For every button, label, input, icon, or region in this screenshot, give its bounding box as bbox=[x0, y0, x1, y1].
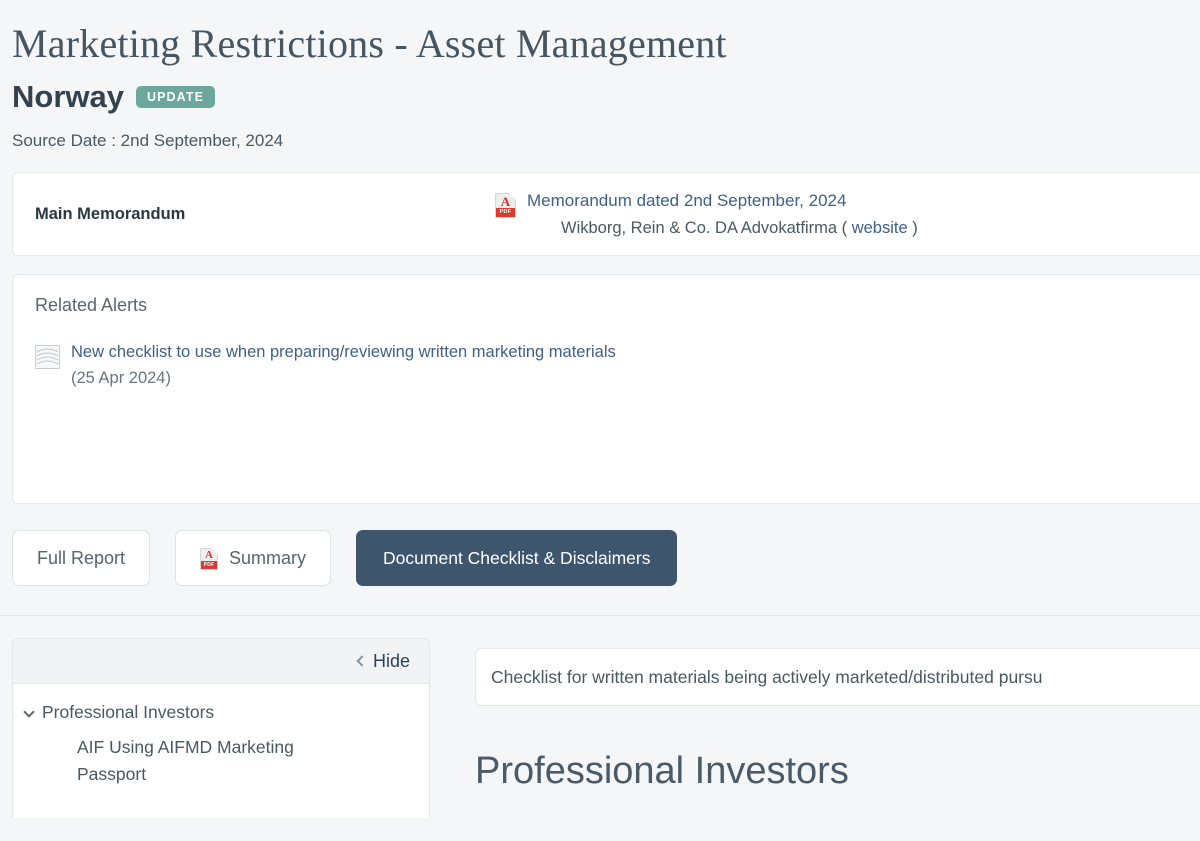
sidebar-item-professional-investors[interactable]: Professional Investors bbox=[25, 702, 429, 723]
summary-label: Summary bbox=[229, 548, 306, 569]
pdf-icon: A PDF bbox=[495, 193, 516, 218]
hide-sidebar-button[interactable]: Hide bbox=[358, 651, 410, 672]
pdf-icon: A PDF bbox=[200, 548, 218, 570]
sidebar-subitem-aif-passport[interactable]: AIF Using AIFMD Marketing Passport bbox=[77, 734, 347, 788]
firm-website-link[interactable]: website bbox=[852, 219, 908, 237]
alert-date: (25 Apr 2024) bbox=[71, 369, 616, 388]
full-report-label: Full Report bbox=[37, 548, 125, 569]
firm-name-suffix: ) bbox=[912, 219, 918, 237]
related-alerts-card: Related Alerts New checklist to use when… bbox=[12, 274, 1200, 504]
memorandum-link[interactable]: Memorandum dated 2nd September, 2024 bbox=[527, 191, 918, 211]
content-area: Hide Professional Investors AIF Using AI… bbox=[0, 616, 1200, 818]
checklist-banner: Checklist for written materials being ac… bbox=[475, 648, 1200, 706]
sidebar-header: Hide bbox=[13, 639, 429, 684]
country-row: Norway UPDATE bbox=[12, 80, 1200, 114]
document-checklist-button[interactable]: Document Checklist & Disclaimers bbox=[356, 530, 677, 586]
sidebar-item-label: Professional Investors bbox=[42, 702, 214, 723]
image-placeholder-icon bbox=[35, 345, 60, 369]
document-checklist-label: Document Checklist & Disclaimers bbox=[383, 548, 650, 569]
memorandum-label: Main Memorandum bbox=[35, 205, 495, 224]
section-heading: Professional Investors bbox=[475, 750, 1200, 793]
checklist-sidebar: Hide Professional Investors AIF Using AI… bbox=[12, 638, 430, 818]
hide-label: Hide bbox=[373, 651, 410, 672]
main-content: Checklist for written materials being ac… bbox=[475, 648, 1200, 818]
page-header: Marketing Restrictions - Asset Managemen… bbox=[0, 0, 1200, 151]
report-tabs: Full Report A PDF Summary Document Check… bbox=[12, 530, 1200, 586]
related-alerts-title: Related Alerts bbox=[35, 295, 1200, 316]
page-title: Marketing Restrictions - Asset Managemen… bbox=[12, 20, 1200, 68]
list-item[interactable]: New checklist to use when preparing/revi… bbox=[35, 343, 1200, 388]
country-name: Norway bbox=[12, 80, 124, 114]
page-root: Marketing Restrictions - Asset Managemen… bbox=[0, 0, 1200, 841]
firm-name-prefix: Wikborg, Rein & Co. DA Advokatfirma ( bbox=[561, 219, 847, 237]
sidebar-tree: Professional Investors AIF Using AIFMD M… bbox=[13, 684, 429, 788]
checklist-banner-text: Checklist for written materials being ac… bbox=[491, 667, 1042, 688]
memorandum-lines: Memorandum dated 2nd September, 2024 Wik… bbox=[527, 191, 918, 238]
memorandum-firm: Wikborg, Rein & Co. DA Advokatfirma ( we… bbox=[561, 219, 918, 238]
main-memorandum-card: Main Memorandum A PDF Memorandum dated 2… bbox=[12, 172, 1200, 256]
status-badge: UPDATE bbox=[136, 86, 215, 108]
source-date: Source Date : 2nd September, 2024 bbox=[12, 131, 1200, 151]
alert-text-block: New checklist to use when preparing/revi… bbox=[71, 343, 616, 388]
full-report-button[interactable]: Full Report bbox=[12, 530, 150, 586]
memorandum-document: A PDF Memorandum dated 2nd September, 20… bbox=[495, 191, 918, 238]
chevron-left-icon bbox=[356, 655, 367, 666]
chevron-down-icon bbox=[23, 706, 34, 717]
summary-button[interactable]: A PDF Summary bbox=[175, 530, 331, 586]
alert-link[interactable]: New checklist to use when preparing/revi… bbox=[71, 343, 616, 362]
